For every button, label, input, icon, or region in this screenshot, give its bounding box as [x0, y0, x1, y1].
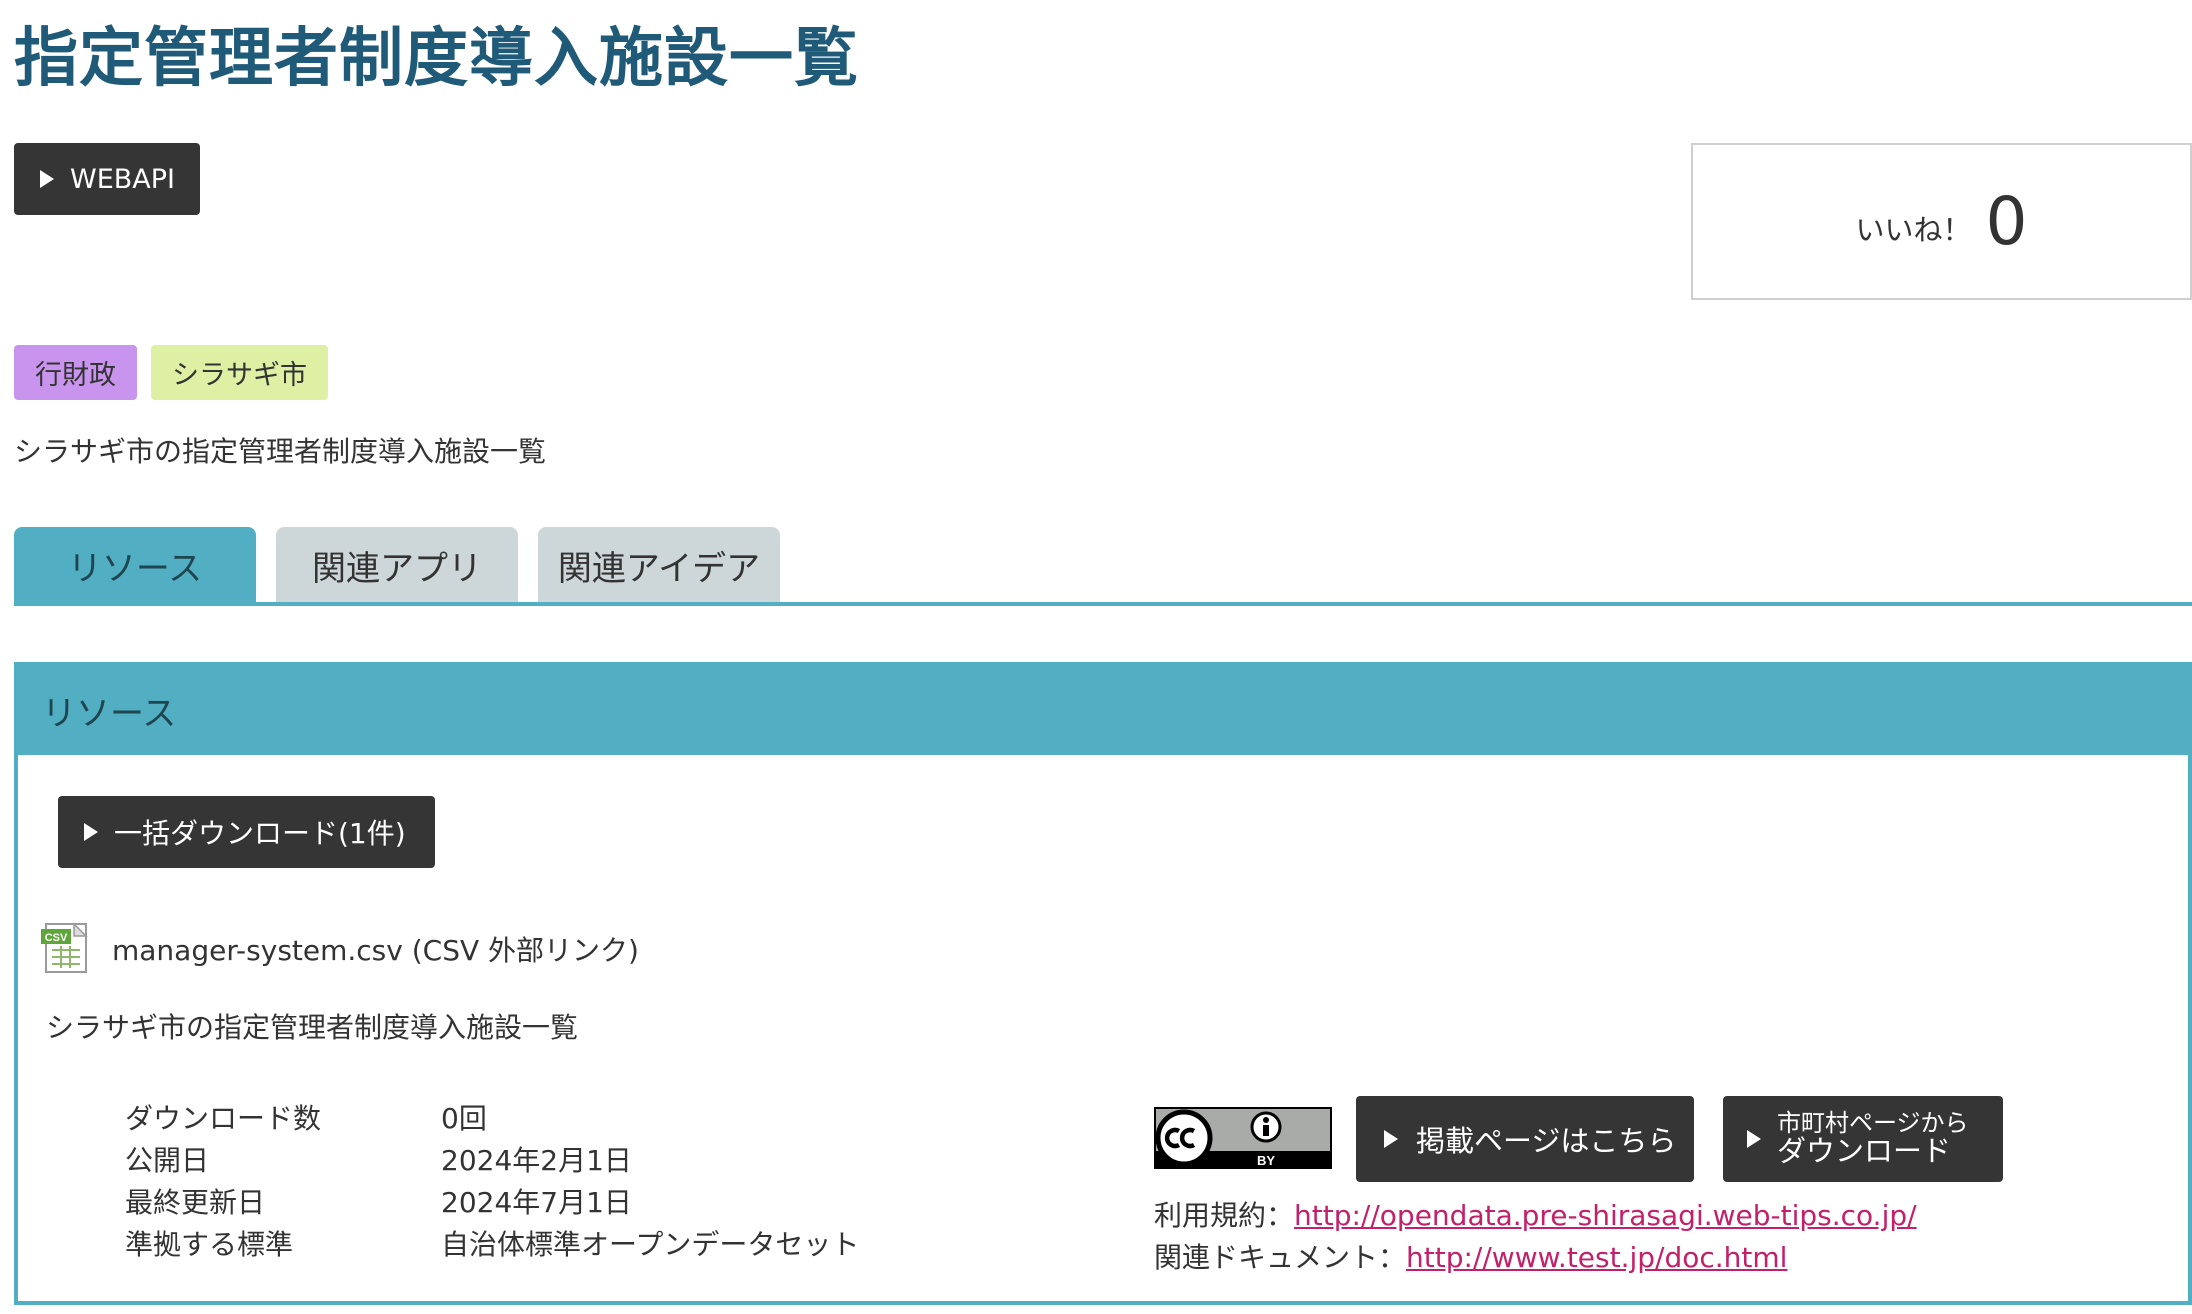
- resource-file-link[interactable]: manager-system.csv (CSV 外部リンク): [112, 929, 639, 969]
- csv-icon-text: CSV: [45, 932, 68, 944]
- webapi-button-label: WEBAPI: [70, 163, 175, 195]
- city-download-button[interactable]: 市町村ページから ダウンロード: [1723, 1096, 2003, 1182]
- play-icon: [1747, 1130, 1761, 1148]
- meta-value: 2024年7月1日: [441, 1186, 632, 1219]
- bulk-download-label: 一括ダウンロード(1件): [114, 817, 406, 850]
- like-count: 0: [1985, 183, 2028, 260]
- page-title: 指定管理者制度導入施設一覧: [14, 22, 859, 96]
- resource-description: シラサギ市の指定管理者制度導入施設一覧: [46, 1011, 579, 1044]
- cc-by-text: BY: [1257, 1153, 1275, 1168]
- play-icon: [40, 170, 54, 188]
- city-download-label-line1: 市町村ページから: [1777, 1109, 1969, 1138]
- tab-bar: リソース 関連アプリ 関連アイデア: [14, 527, 780, 604]
- tab-resources[interactable]: リソース: [14, 527, 256, 604]
- resource-file-row: CSV manager-system.csv (CSV 外部リンク): [40, 920, 639, 978]
- terms-row: 利用規約：http://opendata.pre-shirasagi.web-t…: [1154, 1195, 1917, 1237]
- bulk-download-button[interactable]: 一括ダウンロード(1件): [58, 796, 435, 868]
- meta-key: 公開日: [125, 1144, 210, 1177]
- related-doc-link[interactable]: http://www.test.jp/doc.html: [1406, 1241, 1787, 1274]
- resource-meta: ダウンロード数 0回 公開日 2024年2月1日 最終更新日 2024年7月1日…: [125, 1098, 859, 1266]
- meta-row: 最終更新日 2024年7月1日: [125, 1182, 859, 1224]
- meta-value: 自治体標準オープンデータセット: [441, 1228, 860, 1261]
- meta-key: ダウンロード数: [125, 1102, 322, 1135]
- play-icon: [84, 823, 98, 841]
- webapi-button[interactable]: WEBAPI: [14, 143, 200, 215]
- resource-links: 利用規約：http://opendata.pre-shirasagi.web-t…: [1154, 1195, 1917, 1279]
- resource-panel-header: リソース: [18, 666, 2188, 755]
- terms-link[interactable]: http://opendata.pre-shirasagi.web-tips.c…: [1294, 1199, 1917, 1232]
- tab-related-ideas[interactable]: 関連アイデア: [538, 527, 780, 604]
- tab-underline: [14, 602, 2192, 606]
- terms-label: 利用規約：: [1154, 1199, 1295, 1232]
- tab-related-apps[interactable]: 関連アプリ: [276, 527, 518, 604]
- tag-area[interactable]: シラサギ市: [151, 345, 328, 400]
- dataset-summary: シラサギ市の指定管理者制度導入施設一覧: [14, 435, 547, 468]
- meta-key: 準拠する標準: [125, 1228, 294, 1261]
- tag-category[interactable]: 行財政: [14, 345, 137, 400]
- meta-row: 準拠する標準 自治体標準オープンデータセット: [125, 1224, 859, 1266]
- cc-by-icon[interactable]: BY: [1154, 1107, 1332, 1173]
- publish-page-label: 掲載ページはこちら: [1416, 1124, 1677, 1158]
- csv-file-icon: CSV: [40, 920, 90, 978]
- like-button[interactable]: いいね！ 0: [1691, 143, 2192, 300]
- related-doc-label: 関連ドキュメント：: [1154, 1241, 1407, 1274]
- resource-panel: リソース 一括ダウンロード(1件) CSV manager-system.csv…: [14, 662, 2192, 1305]
- like-label: いいね！: [1855, 212, 1972, 247]
- meta-value: 2024年2月1日: [441, 1144, 632, 1177]
- meta-value: 0回: [441, 1102, 487, 1135]
- publish-page-button[interactable]: 掲載ページはこちら: [1356, 1096, 1694, 1182]
- related-doc-row: 関連ドキュメント：http://www.test.jp/doc.html: [1154, 1237, 1917, 1279]
- city-download-label-line2: ダウンロード: [1777, 1134, 1952, 1169]
- tag-list: 行財政 シラサギ市: [14, 345, 328, 400]
- meta-key: 最終更新日: [125, 1186, 266, 1219]
- meta-row: ダウンロード数 0回: [125, 1098, 859, 1140]
- play-icon: [1384, 1130, 1398, 1148]
- meta-row: 公開日 2024年2月1日: [125, 1140, 859, 1182]
